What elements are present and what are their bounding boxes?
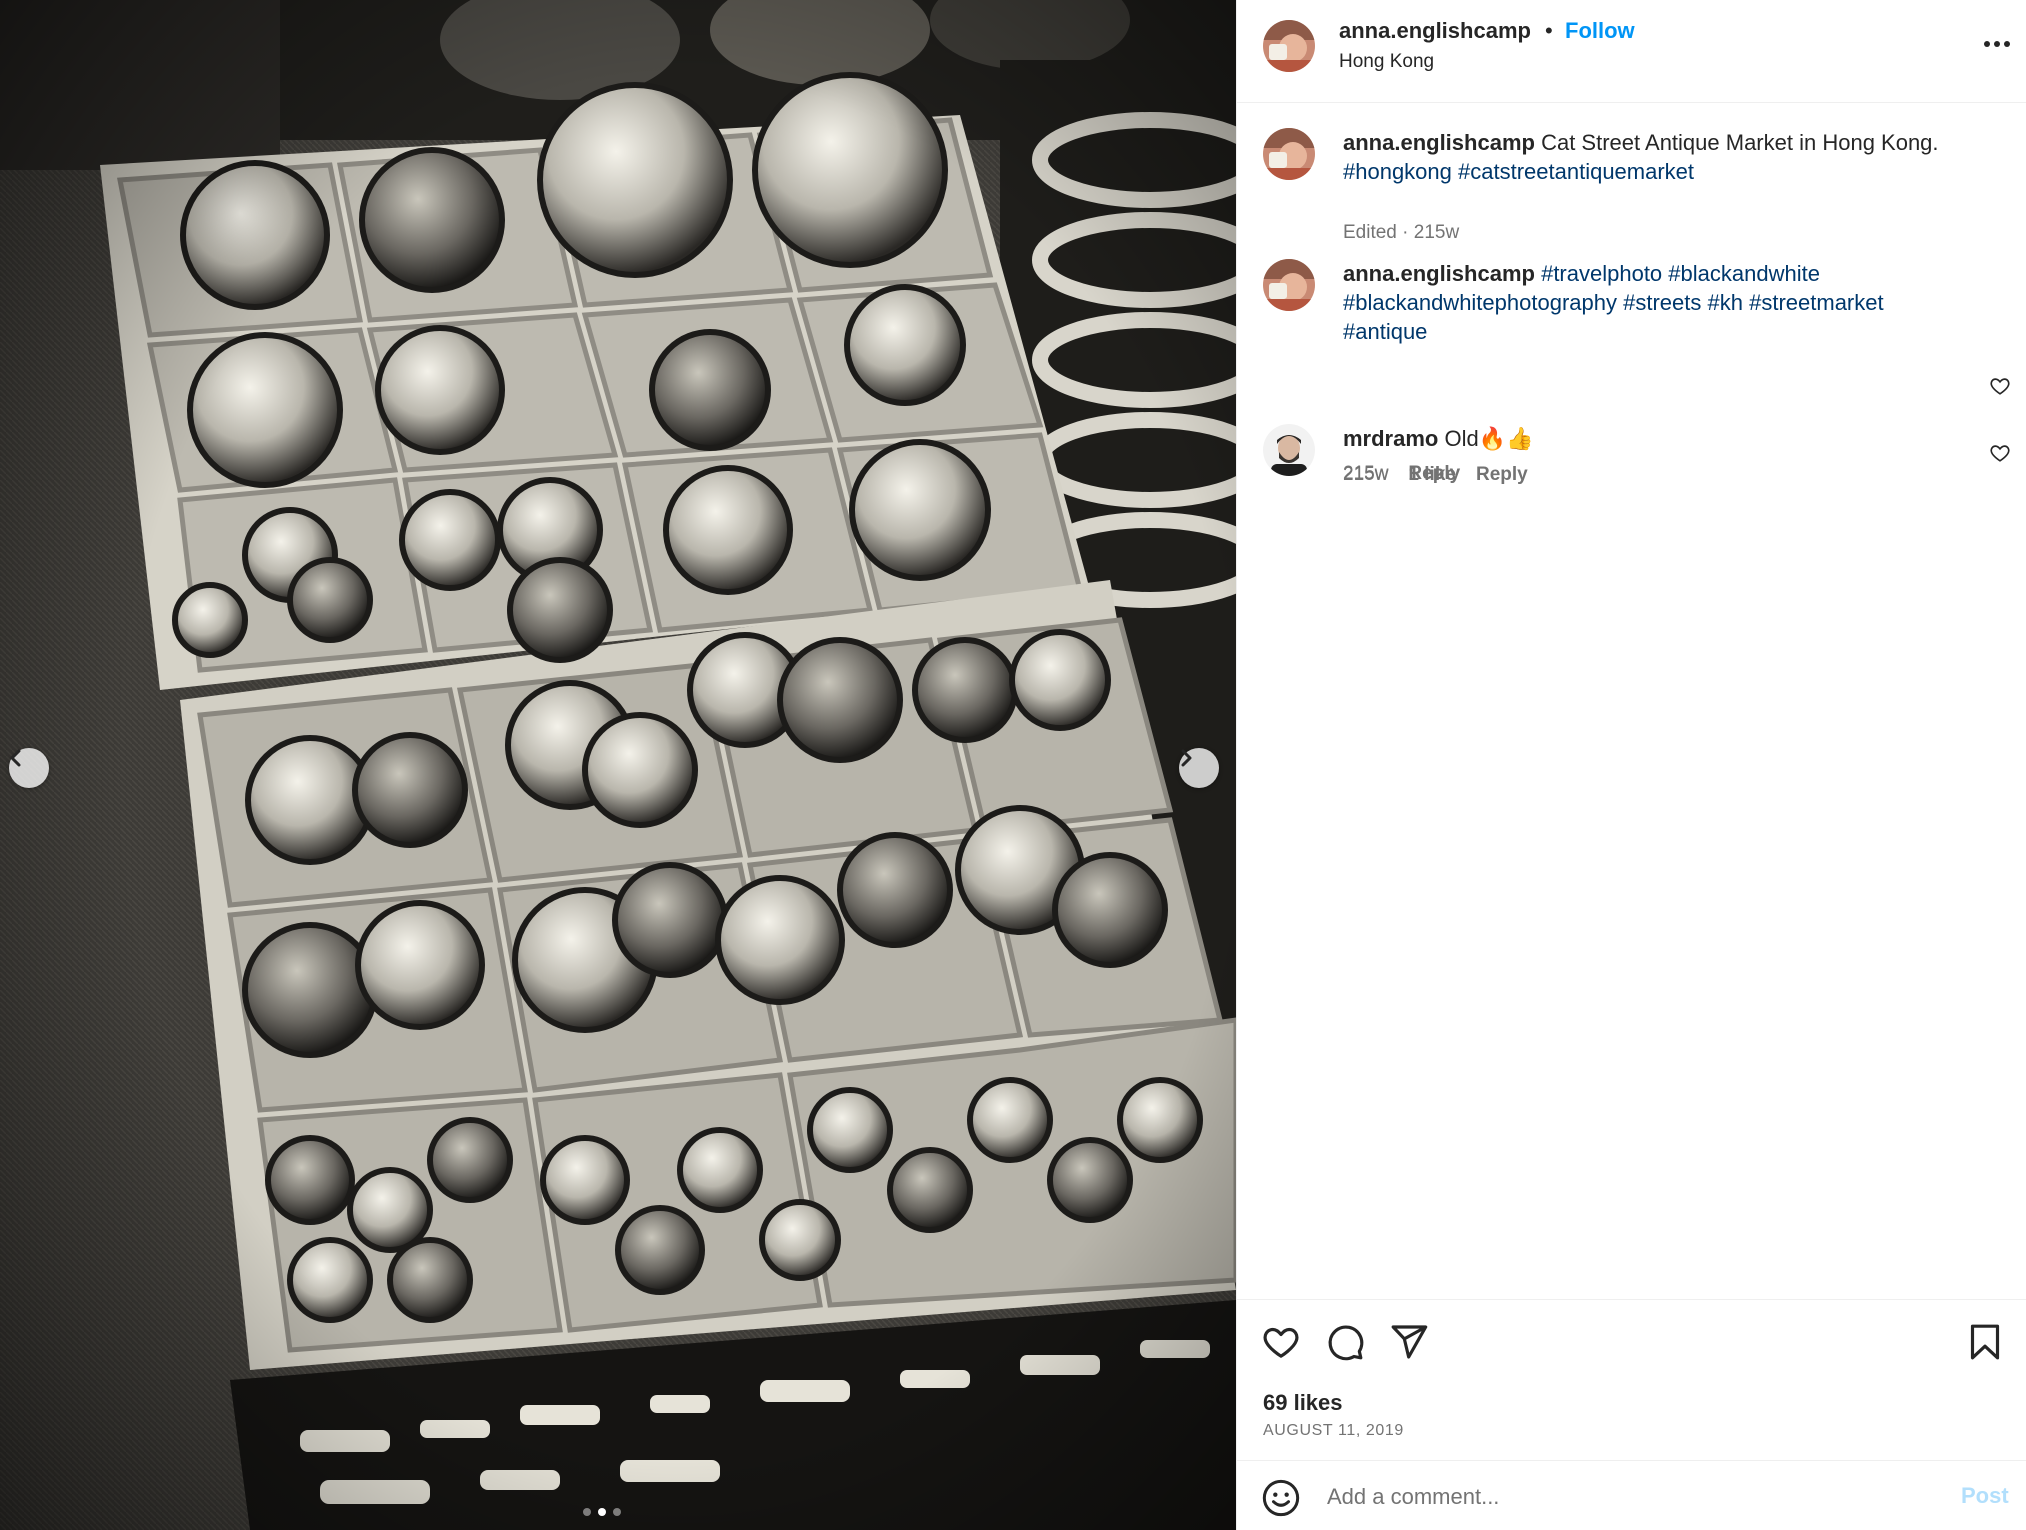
likes-count[interactable]: 69 likes	[1263, 1390, 1343, 1416]
add-comment-bar: Post	[1237, 1460, 2026, 1530]
carousel-indicator	[583, 1508, 621, 1516]
comment-like-count[interactable]: 1 like	[1408, 464, 1456, 486]
hashtag-link[interactable]: #travelphoto	[1541, 261, 1662, 286]
post-side-panel: anna.englishcamp • Follow Hong Kong anna…	[1236, 0, 2026, 1530]
comment-meta: 215w 1 like Reply	[1343, 464, 1528, 486]
comment-text: anna.englishcamp #travelphoto #blackandw…	[1343, 259, 1963, 346]
follow-button[interactable]: Follow	[1565, 18, 1635, 44]
comments-list: anna.englishcamp Cat Street Antique Mark…	[1237, 104, 2026, 1299]
comment-username[interactable]: anna.englishcamp	[1343, 261, 1535, 286]
share-icon[interactable]	[1389, 1322, 1429, 1362]
hashtag-link[interactable]: #catstreetantiquemarket	[1458, 159, 1694, 184]
bookmark-icon[interactable]	[1965, 1322, 2005, 1362]
hashtag-link[interactable]: #kh	[1708, 290, 1743, 315]
more-options-icon	[1984, 41, 2010, 47]
hashtag-link[interactable]: #streetmarket	[1749, 290, 1884, 315]
comment-icon[interactable]	[1325, 1322, 1365, 1362]
comment-username[interactable]: mrdramo	[1343, 426, 1438, 451]
comment-body: Old🔥👍	[1444, 426, 1534, 451]
avatar[interactable]	[1263, 424, 1315, 476]
caption-meta: Edited · 215w	[1343, 222, 1459, 244]
hashtag-link[interactable]: #blackandwhitephotography	[1343, 290, 1617, 315]
separator-dot: •	[1545, 18, 1553, 43]
avatar[interactable]	[1263, 20, 1315, 72]
caption-text: anna.englishcamp Cat Street Antique Mark…	[1343, 128, 1963, 186]
post-photo[interactable]	[0, 0, 1236, 1530]
profile-photo	[1263, 20, 1315, 72]
emoji-icon[interactable]	[1261, 1478, 1301, 1518]
avatar[interactable]	[1263, 259, 1315, 311]
chevron-left-icon	[10, 749, 21, 767]
caption-edited-time: Edited · 215w	[1343, 222, 1460, 243]
reply-button[interactable]: Reply	[1476, 464, 1528, 486]
avatar[interactable]	[1263, 128, 1315, 180]
carousel-dot	[613, 1508, 621, 1516]
post-author-username[interactable]: anna.englishcamp	[1339, 18, 1531, 44]
carousel-dot	[583, 1508, 591, 1516]
post-actions: 69 likes AUGUST 11, 2019	[1237, 1299, 2026, 1460]
profile-photo	[1263, 424, 1315, 476]
hashtag-link[interactable]: #streets	[1623, 290, 1701, 315]
comment-time[interactable]: 215w	[1343, 464, 1388, 486]
profile-photo	[1263, 128, 1315, 180]
heart-icon[interactable]	[1261, 1322, 1301, 1362]
comment-like-icon[interactable]	[1989, 442, 2011, 464]
comment-input[interactable]	[1327, 1475, 1887, 1519]
pocket-watch-photo	[0, 0, 1236, 1530]
caption-body: Cat Street Antique Market in Hong Kong.	[1541, 130, 1939, 155]
carousel-prev-button[interactable]	[9, 748, 49, 788]
carousel-next-button[interactable]	[1179, 748, 1219, 788]
caption-username[interactable]: anna.englishcamp	[1343, 130, 1535, 155]
profile-photo	[1263, 259, 1315, 311]
hashtag-link[interactable]: #blackandwhite	[1668, 261, 1820, 286]
post-date[interactable]: AUGUST 11, 2019	[1263, 1422, 1404, 1440]
more-options-button[interactable]	[1979, 26, 2015, 62]
hashtag-link[interactable]: #hongkong	[1343, 159, 1452, 184]
carousel-dot-active	[598, 1508, 606, 1516]
comment-like-icon[interactable]	[1989, 375, 2011, 397]
post-header: anna.englishcamp • Follow Hong Kong	[1237, 0, 2026, 103]
comment-text: mrdramo Old🔥👍	[1343, 424, 1963, 453]
post-comment-button[interactable]: Post	[1961, 1483, 2009, 1509]
post-location[interactable]: Hong Kong	[1339, 51, 1434, 73]
hashtag-link[interactable]: #antique	[1343, 319, 1427, 344]
chevron-right-icon	[1181, 749, 1192, 767]
